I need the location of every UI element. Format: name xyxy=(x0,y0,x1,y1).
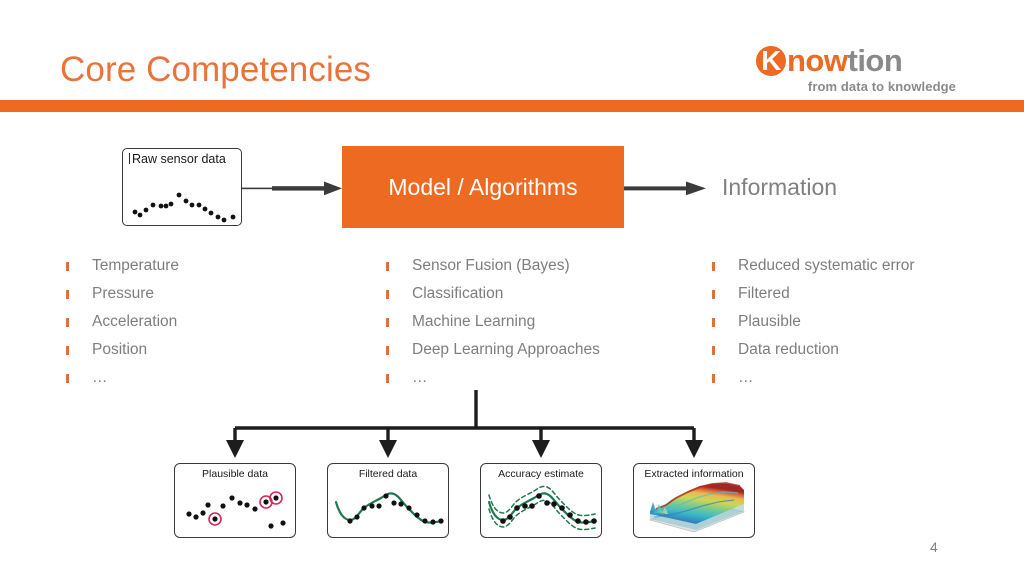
logo-tagline: from data to knowledge xyxy=(807,79,956,94)
list-item-label: … xyxy=(738,369,754,386)
bullet-marker-icon xyxy=(712,374,715,383)
bullet-marker-icon xyxy=(66,290,69,299)
logo-k-badge-icon: K xyxy=(756,45,786,77)
list-item-label: Plausible xyxy=(738,313,801,330)
logo-wordmark: K now tion xyxy=(756,44,956,78)
list-item: Plausible xyxy=(712,312,1012,340)
logo-word-tion: tion xyxy=(847,43,903,78)
list-item: Sensor Fusion (Bayes) xyxy=(386,256,696,284)
bullet-marker-icon xyxy=(386,290,389,299)
plausible-data-scatter-plot xyxy=(186,491,286,529)
bullet-marker-icon xyxy=(712,318,715,327)
page-number: 4 xyxy=(930,539,938,555)
extracted-information-box: Extracted information xyxy=(633,463,755,538)
list-item: Reduced systematic error xyxy=(712,256,1012,284)
bullet-marker-icon xyxy=(712,346,715,355)
list-item-label: Position xyxy=(92,341,148,358)
list-item: Machine Learning xyxy=(386,312,696,340)
information-output-label: Information xyxy=(722,174,838,200)
accuracy-estimate-line-plot xyxy=(487,485,597,531)
list-item-label: Sensor Fusion (Bayes) xyxy=(412,257,570,274)
model-algorithms-box: Model / Algorithms xyxy=(342,146,624,228)
arrow-model-to-information-icon xyxy=(624,181,706,196)
filtered-data-line-plot xyxy=(334,492,444,525)
brand-logo: K now tion from data to knowledge xyxy=(756,44,956,96)
list-item: Deep Learning Approaches xyxy=(386,340,696,368)
connector-tree xyxy=(226,390,703,458)
inputs-bullet-column: Temperature Pressure Acceleration Positi… xyxy=(66,256,366,396)
bullet-marker-icon xyxy=(386,262,389,271)
bullet-marker-icon xyxy=(386,374,389,383)
bullet-marker-icon xyxy=(66,374,69,383)
list-item-label: Machine Learning xyxy=(412,313,536,330)
list-item-label: Pressure xyxy=(92,285,155,302)
list-item-label: Reduced systematic error xyxy=(738,257,915,274)
accuracy-estimate-box: Accuracy estimate xyxy=(480,463,602,538)
raw-sensor-scatter-plot xyxy=(132,192,236,223)
list-item: Position xyxy=(66,340,366,368)
list-item: Data reduction xyxy=(712,340,1012,368)
arrow-raw-to-model-icon xyxy=(242,181,342,196)
raw-sensor-data-box: Raw sensor data xyxy=(122,148,242,226)
list-item-label: Filtered xyxy=(738,285,790,302)
extracted-information-surface-plot xyxy=(648,482,746,533)
bullet-marker-icon xyxy=(66,346,69,355)
bullet-marker-icon xyxy=(712,262,715,271)
bullet-marker-icon xyxy=(712,290,715,299)
list-item-label: … xyxy=(412,369,428,386)
list-item: Acceleration xyxy=(66,312,366,340)
bullet-marker-icon xyxy=(66,262,69,271)
filtered-data-box: Filtered data xyxy=(327,463,449,538)
list-item: Temperature xyxy=(66,256,366,284)
list-item-label: Acceleration xyxy=(92,313,178,330)
list-item: … xyxy=(712,368,1012,396)
logo-word-now: now xyxy=(787,43,848,78)
logo-k-letter: K xyxy=(761,45,781,76)
bullet-marker-icon xyxy=(386,318,389,327)
list-item-label: Temperature xyxy=(92,257,180,274)
bullet-marker-icon xyxy=(66,318,69,327)
page-title: Core Competencies xyxy=(60,50,372,89)
outputs-bullet-column: Reduced systematic error Filtered Plausi… xyxy=(712,256,1012,396)
list-item: Filtered xyxy=(712,284,1012,312)
list-item: Pressure xyxy=(66,284,366,312)
list-item-label: … xyxy=(92,369,108,386)
methods-bullet-column: Sensor Fusion (Bayes) Classification Mac… xyxy=(386,256,696,396)
list-item: Classification xyxy=(386,284,696,312)
list-item-label: Data reduction xyxy=(738,341,839,358)
plausible-data-box: Plausible data xyxy=(174,463,296,538)
header-accent-rule xyxy=(0,100,1024,112)
list-item-label: Classification xyxy=(412,285,504,302)
list-item-label: Deep Learning Approaches xyxy=(412,341,600,358)
model-algorithms-label: Model / Algorithms xyxy=(388,174,578,200)
bullet-marker-icon xyxy=(386,346,389,355)
